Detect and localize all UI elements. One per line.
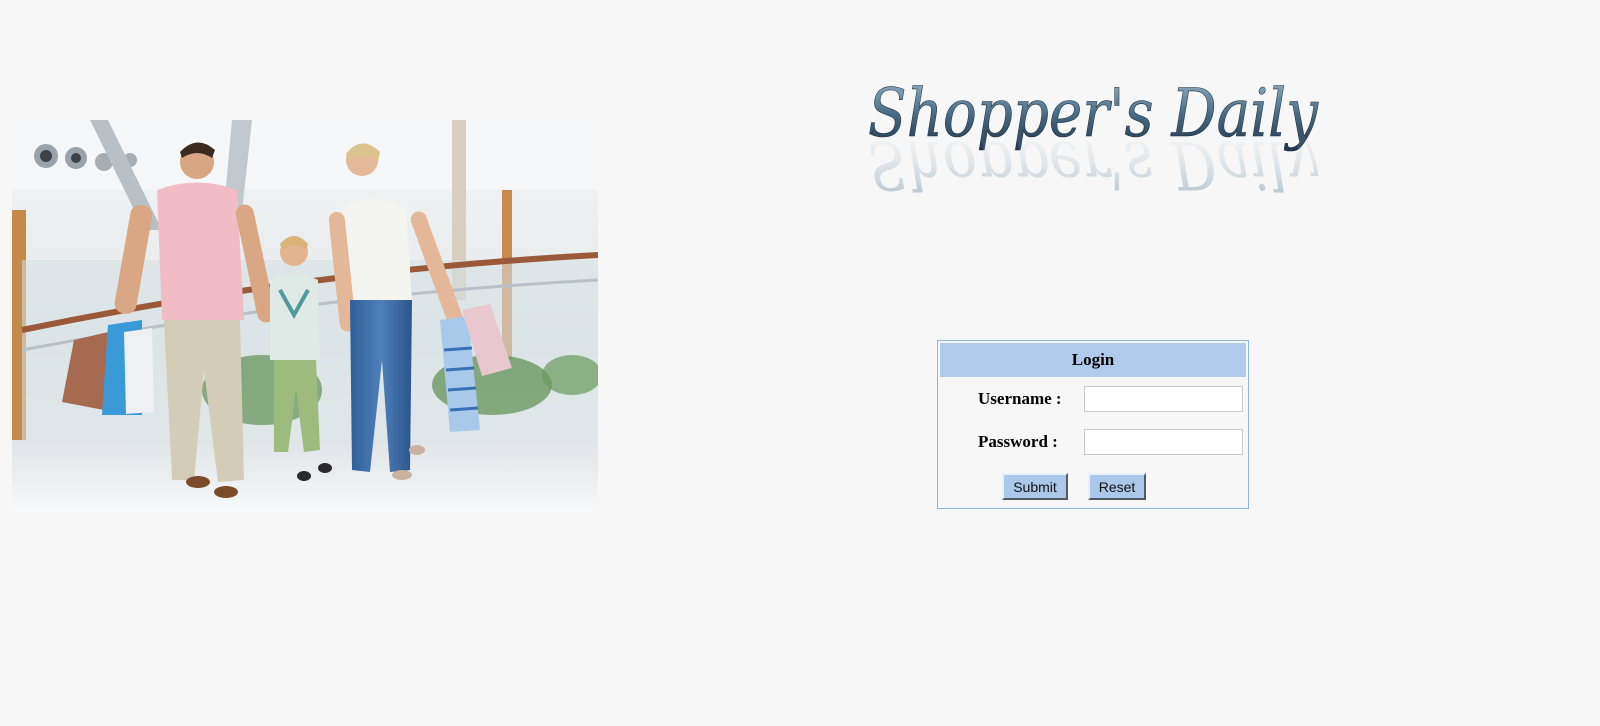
logo-reflection: Shopper's Daily [868, 126, 1319, 203]
login-form: Login Username : Password : Submit Reset [937, 340, 1249, 509]
username-row: Username : [938, 385, 1248, 413]
login-page: Shopper's Daily Shopper's Daily Login Us… [0, 0, 1600, 726]
username-label: Username : [978, 389, 1062, 408]
password-label: Password : [978, 432, 1058, 451]
username-input[interactable] [1084, 386, 1243, 412]
submit-button[interactable]: Submit [1002, 473, 1068, 500]
password-input[interactable] [1084, 429, 1243, 455]
reset-button[interactable]: Reset [1088, 473, 1146, 500]
login-title: Login [940, 343, 1246, 377]
hero-image [12, 120, 598, 512]
form-buttons: Submit Reset [938, 473, 1248, 501]
password-row: Password : [938, 428, 1248, 456]
shoppers-daily-logo: Shopper's Daily Shopper's Daily [858, 58, 1328, 208]
